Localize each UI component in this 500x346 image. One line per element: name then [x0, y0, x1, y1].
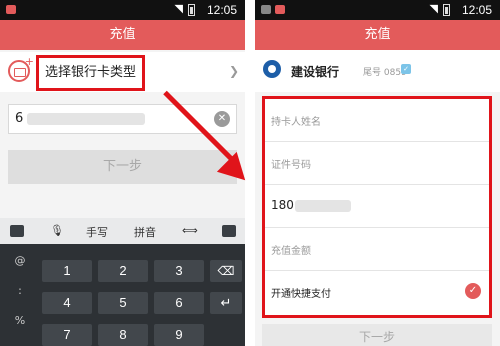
battery-icon: [443, 4, 450, 16]
amount-placeholder: 充值金额: [271, 246, 311, 257]
enter-icon[interactable]: ↵: [210, 292, 242, 314]
selected-bank-row[interactable]: 建设银行 尾号 0859 ✓: [255, 50, 500, 92]
handwrite-tab[interactable]: 手写: [86, 224, 108, 240]
card-add-icon: +: [8, 56, 34, 82]
keyboard-icon[interactable]: [10, 225, 24, 237]
collapse-icon[interactable]: [222, 225, 236, 237]
status-bar: ◥ 12:05: [255, 0, 500, 20]
page-title: 充值: [255, 20, 500, 50]
app-notification-icon: [6, 5, 16, 14]
bank-name: 建设银行: [291, 65, 340, 79]
status-time: 12:05: [461, 3, 492, 17]
quick-pay-label: 开通快捷支付: [271, 289, 331, 300]
pick-bank-label: 选择银行卡类型: [36, 55, 146, 91]
cardholder-name-placeholder: 持卡人姓名: [271, 117, 321, 128]
next-button[interactable]: 下一步: [8, 150, 237, 184]
digit-key[interactable]: 5: [98, 292, 148, 314]
backspace-icon[interactable]: ⌫: [210, 260, 242, 282]
id-number-placeholder: 证件号码: [271, 160, 311, 171]
card-badge-icon: ✓: [401, 64, 411, 74]
page-title: 充值: [0, 20, 245, 50]
digit-key[interactable]: 1: [42, 260, 92, 282]
digit-key[interactable]: 6: [154, 292, 204, 314]
payment-form: 持卡人姓名 证件号码 180 充值金额 开通快捷支付 ✓: [262, 96, 492, 318]
amount-field[interactable]: 充值金额: [265, 228, 489, 271]
pinyin-tab[interactable]: 拼音: [134, 224, 156, 240]
status-bar: ◥ 12:05: [0, 0, 245, 20]
phone-field[interactable]: 180: [265, 185, 489, 228]
digit-key[interactable]: 8: [98, 324, 148, 346]
masked-digits: [27, 113, 145, 125]
cursor-icon[interactable]: ⟺: [182, 224, 198, 237]
next-button[interactable]: 下一步: [262, 324, 492, 346]
left-screen: ◥ 12:05 充值 + 选择银行卡类型 ❯ 6 ✕ 下一步 🎙 手写 拼音 ⟺…: [0, 0, 245, 346]
app-notification-icon: [275, 5, 285, 14]
check-icon[interactable]: ✓: [465, 283, 481, 299]
digit-key[interactable]: 4: [42, 292, 92, 314]
mic-icon[interactable]: 🎙: [50, 224, 64, 237]
digit-key[interactable]: 7: [42, 324, 92, 346]
image-notification-icon: [261, 5, 271, 14]
symbol-key[interactable]: @: [2, 250, 38, 272]
status-time: 12:05: [206, 3, 237, 17]
digit-key[interactable]: 2: [98, 260, 148, 282]
cardholder-name-field[interactable]: 持卡人姓名: [265, 99, 489, 142]
symbol-key[interactable]: :: [2, 280, 38, 302]
battery-icon: [188, 4, 195, 16]
digit-key[interactable]: 9: [154, 324, 204, 346]
symbol-key[interactable]: %: [2, 310, 38, 332]
id-number-field[interactable]: 证件号码: [265, 142, 489, 185]
card-number-value: 6: [15, 111, 24, 126]
phone-value: 180: [271, 198, 294, 212]
pick-bank-row[interactable]: + 选择银行卡类型 ❯: [0, 52, 245, 92]
chevron-right-icon: ❯: [228, 64, 239, 78]
wifi-icon: ◥: [174, 2, 183, 15]
soft-keyboard: 🎙 手写 拼音 ⟺ @ : % 1 2 3 ⌫ 4 5 6 ↵ 7 8 9: [0, 218, 245, 346]
digit-key[interactable]: 3: [154, 260, 204, 282]
wifi-icon: ◥: [429, 2, 438, 15]
clear-icon[interactable]: ✕: [214, 111, 230, 127]
bank-logo-icon: [263, 60, 281, 78]
masked-digits: [295, 200, 351, 212]
right-screen: ◥ 12:05 充值 建设银行 尾号 0859 ✓ 持卡人姓名 证件号码 180…: [255, 0, 500, 346]
quick-pay-row[interactable]: 开通快捷支付 ✓: [265, 271, 489, 314]
keyboard-toolbar: 🎙 手写 拼音 ⟺: [0, 218, 245, 244]
